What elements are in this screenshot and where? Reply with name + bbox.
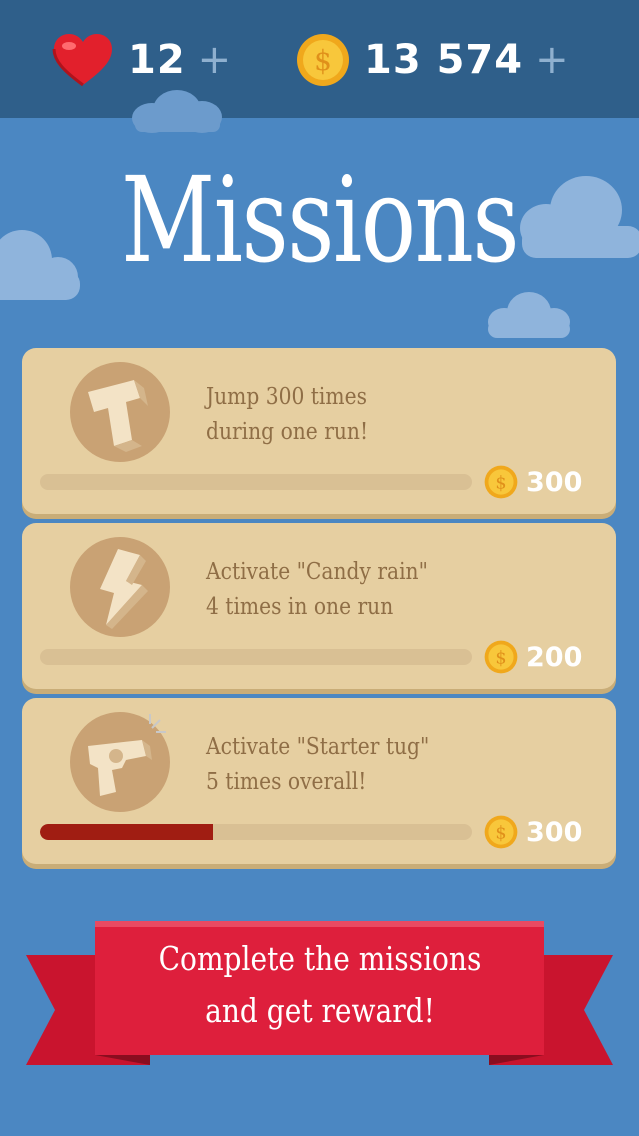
mission-progress-bar	[40, 824, 472, 840]
mission-card[interactable]: Activate "Candy rain" 4 times in one run…	[22, 523, 616, 689]
mission-icon-badge	[70, 362, 170, 462]
pistol-icon	[88, 714, 166, 796]
mission-icon-badge	[70, 712, 170, 812]
mission-description: Activate "Starter tug" 5 times overall!	[206, 730, 540, 800]
reward-amount: 200	[526, 641, 583, 673]
add-lives-button[interactable]: +	[198, 40, 232, 80]
page-title: Missions	[120, 151, 520, 289]
mission-line-2: 4 times in one run	[206, 594, 394, 620]
cloud-icon	[132, 90, 222, 133]
mission-card[interactable]: Activate "Starter tug" 5 times overall! …	[22, 698, 616, 864]
coin-icon: $	[297, 34, 349, 86]
mission-line-1: Jump 300 times	[206, 384, 367, 410]
coin-icon: $	[484, 465, 518, 499]
mission-line-1: Activate "Starter tug"	[206, 734, 430, 760]
lives-value: 12	[128, 37, 186, 83]
mission-line-1: Activate "Candy rain"	[206, 559, 428, 585]
mission-card[interactable]: Jump 300 times during one run! $ 300	[22, 348, 616, 514]
add-coins-button[interactable]: +	[535, 40, 569, 80]
coins-counter: $ 13 574 +	[296, 30, 569, 90]
banner-line-2: and get reward!	[205, 991, 435, 1030]
svg-text:$: $	[495, 473, 506, 493]
letter-t-icon	[88, 380, 148, 452]
mission-description: Jump 300 times during one run!	[206, 380, 540, 450]
mission-progress-bar	[40, 649, 472, 665]
reward-banner: Complete the missions and get reward!	[0, 915, 639, 1085]
reward-amount: 300	[526, 816, 583, 848]
cloud-icon	[0, 230, 80, 300]
svg-text:$: $	[314, 44, 332, 77]
coins-value: 13 574	[364, 37, 524, 83]
svg-text:$: $	[495, 823, 506, 843]
mission-progress-fill	[40, 824, 213, 840]
mission-icon-badge	[70, 537, 170, 637]
banner-line-1: Complete the missions	[158, 939, 482, 978]
top-bar: 12 + $ 13 574 +	[0, 0, 639, 118]
mission-line-2: during one run!	[206, 419, 369, 445]
mission-reward: $ 300	[484, 462, 582, 502]
coin-icon: $	[484, 815, 518, 849]
heart-icon	[52, 34, 112, 87]
mission-description: Activate "Candy rain" 4 times in one run	[206, 555, 540, 625]
mission-line-2: 5 times overall!	[206, 769, 367, 795]
reward-amount: 300	[526, 466, 583, 498]
cloud-icon	[488, 292, 570, 338]
coin-icon: $	[484, 640, 518, 674]
svg-text:$: $	[495, 648, 506, 668]
mission-reward: $ 200	[484, 637, 582, 677]
lightning-icon	[100, 549, 148, 629]
mission-reward: $ 300	[484, 812, 582, 852]
banner-message: Complete the missions and get reward!	[129, 933, 512, 1037]
mission-progress-bar	[40, 474, 472, 490]
lives-counter: 12 +	[52, 30, 231, 90]
